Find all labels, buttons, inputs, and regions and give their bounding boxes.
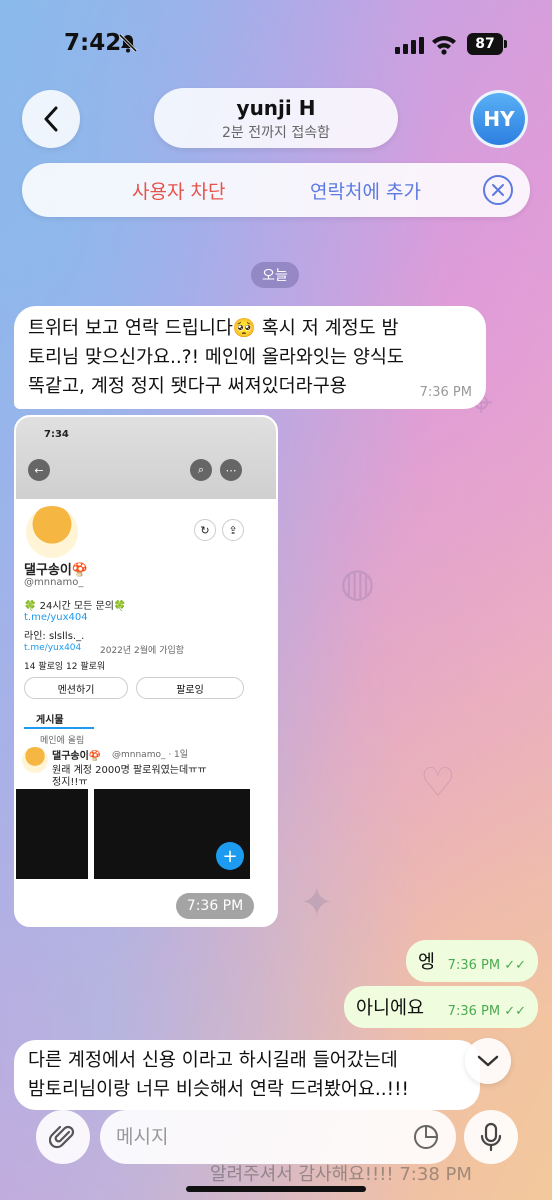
bell-off-icon [118, 33, 138, 53]
contact-action-bar: 사용자 차단 연락처에 추가 [22, 163, 530, 217]
double-check-icon: ✓✓ [504, 958, 526, 973]
inner-tweet-avatar [22, 747, 48, 773]
inner-pinned-label: 메인에 올림 [40, 736, 85, 746]
home-indicator [186, 1186, 366, 1192]
inner-bio-link: t.me/yux404 [24, 612, 88, 623]
battery-indicator: 87 [467, 33, 507, 55]
message-time: 7:36 PM ✓✓ [447, 1004, 526, 1019]
close-action-bar-button[interactable] [483, 175, 513, 205]
inner-following-button: 팔로잉 [136, 677, 244, 699]
doodle-icon: ✦ [300, 880, 334, 926]
chat-title[interactable]: yunji H 2분 전까지 접속함 [154, 88, 398, 148]
status-time: 7:42 [64, 30, 122, 56]
inner-share-icon: ⇪ [222, 519, 244, 541]
inner-mention-button: 멘션하기 [24, 677, 128, 699]
incoming-message[interactable]: 트위터 보고 연락 드립니다🥺 혹시 저 계정도 밤 토리님 맞으신가요..?!… [14, 306, 486, 409]
message-input[interactable] [116, 1122, 396, 1152]
message-time: 7:36 PM ✓✓ [447, 958, 526, 973]
outgoing-message[interactable]: 엥 7:36 PM ✓✓ [406, 940, 538, 982]
inner-dark-image [16, 789, 88, 879]
mushroom-avatar-icon [26, 506, 78, 558]
inner-handle: @mnnamo_ [24, 577, 84, 588]
inner-following-count: 14 팔로잉 [24, 662, 64, 672]
inner-tweet-name: 댈구송이🍄 [52, 751, 102, 762]
inner-clock: 7:34 [44, 429, 69, 440]
inner-back-icon: ← [28, 459, 50, 481]
image-message[interactable]: 7:34 ← ⌕ ⋯ ↻ ⇪ 댈구송이🍄 @mnnamo_ 🍀 24시간 모든 … [14, 415, 278, 927]
inner-tab-underline [24, 727, 94, 729]
inner-tweet-handle: @mnnamo_ · 1일 [112, 750, 189, 760]
add-contact-button[interactable]: 연락처에 추가 [310, 177, 421, 204]
inner-bio-line: 🍀 24시간 모든 문의🍀 [24, 601, 127, 612]
attach-button[interactable] [36, 1110, 90, 1164]
message-line: 토리님 맞으신가요..?! 메인에 올라와잇는 양식도 [28, 347, 404, 368]
contact-avatar[interactable]: HY [470, 90, 528, 148]
chevron-left-icon [44, 106, 58, 132]
inner-more-icon: ⋯ [220, 459, 242, 481]
inner-subscribe-icon: ↻ [194, 519, 216, 541]
inner-follower-count: 12 팔로워 [66, 662, 106, 672]
message-line: 똑같고, 계정 정지 됏다구 써져있더라구용 [28, 376, 347, 397]
status-bar: 7:42 87 [0, 0, 552, 90]
outgoing-message[interactable]: 아니에요 7:36 PM ✓✓ [344, 986, 538, 1028]
microphone-icon [480, 1122, 502, 1152]
double-check-icon: ✓✓ [504, 1004, 526, 1019]
date-separator: 오늘 [251, 262, 299, 288]
paperclip-icon [49, 1125, 75, 1149]
inner-search-icon: ⌕ [190, 459, 212, 481]
inner-profile-avatar [22, 502, 82, 562]
image-time: 7:36 PM [176, 893, 254, 919]
back-button[interactable] [22, 90, 80, 148]
last-seen-status: 2분 전까지 접속함 [222, 125, 330, 141]
message-line: 다른 계정에서 신용 이라고 하시길래 들어갔는데 [28, 1050, 398, 1071]
message-text: 아니에요 [356, 998, 425, 1019]
close-icon [492, 184, 504, 196]
inner-tweet-text: 정지!!ㅠ [52, 777, 88, 788]
inner-meta-link: t.me/yux404 [24, 643, 82, 653]
inner-posts-tab: 게시물 [36, 715, 64, 726]
contact-name: yunji H [236, 96, 316, 120]
scroll-to-bottom-button[interactable] [465, 1038, 511, 1084]
message-text: 엥 [418, 952, 436, 973]
doodle-icon: ◍ [340, 560, 375, 606]
message-input-container [100, 1110, 456, 1164]
inner-bio-line: 라인: slslls._. [24, 631, 85, 642]
incoming-message[interactable]: 다른 계정에서 신용 이라고 하시길래 들어갔는데 밤토리님이랑 너무 비슷해서… [14, 1040, 480, 1110]
wifi-icon [432, 36, 456, 55]
voice-record-button[interactable] [464, 1110, 518, 1164]
inner-display-name: 댈구송이🍄 [24, 563, 89, 578]
message-time: 7:36 PM [419, 385, 472, 400]
inner-compose-icon: + [216, 842, 244, 870]
doodle-icon: ♡ [420, 760, 456, 806]
sticker-icon[interactable] [412, 1123, 440, 1151]
message-line: 밤토리님이랑 너무 비슷해서 연락 드려봤어요..!!! [28, 1079, 409, 1100]
inner-joined-date: 2022년 2월에 가입함 [100, 646, 185, 656]
chevron-down-icon [477, 1055, 499, 1067]
message-line: 트위터 보고 연락 드립니다🥺 혹시 저 계정도 밤 [28, 318, 399, 339]
cellular-signal-icon [395, 37, 424, 54]
block-user-button[interactable]: 사용자 차단 [132, 177, 225, 204]
